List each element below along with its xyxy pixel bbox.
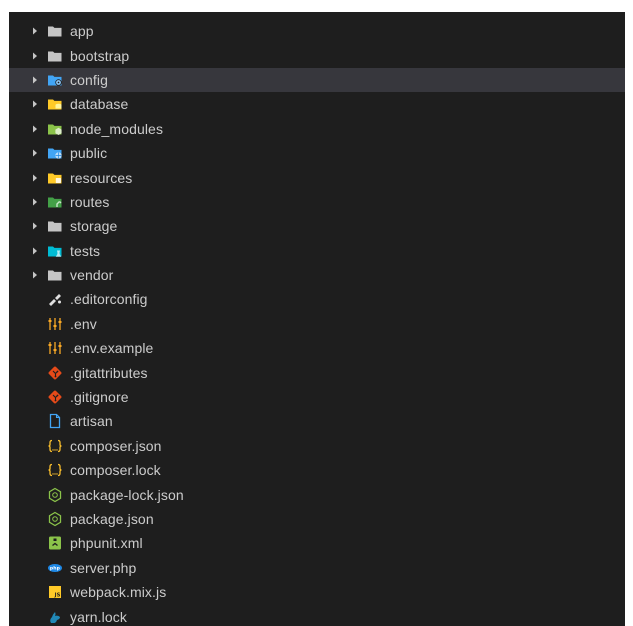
folder-item-vendor[interactable]: vendor (9, 263, 625, 287)
chevron-right-icon[interactable] (31, 271, 39, 279)
yarn-icon (47, 609, 63, 625)
file-item-gitattributes[interactable]: .gitattributes (9, 360, 625, 384)
folder-label: public (70, 145, 108, 162)
file-label: artisan (70, 413, 113, 430)
chevron-right-icon[interactable] (31, 76, 39, 84)
file-item-server-php[interactable]: php server.php (9, 556, 625, 580)
json-icon (47, 462, 63, 478)
svg-text:php: php (50, 565, 61, 571)
file-item-phpunit-xml[interactable]: phpunit.xml (9, 531, 625, 555)
file-item-env-example[interactable]: .env.example (9, 336, 625, 360)
file-label: .env (70, 315, 97, 332)
file-item-artisan[interactable]: artisan (9, 409, 625, 433)
xml-icon (47, 535, 63, 551)
git-icon (47, 365, 63, 381)
file-item-editorconfig[interactable]: .editorconfig (9, 287, 625, 311)
folder-tests-icon (47, 243, 63, 259)
folder-item-tests[interactable]: tests (9, 239, 625, 263)
svg-text:JS: JS (54, 593, 61, 599)
folder-item-node-modules[interactable]: node_modules (9, 117, 625, 141)
folder-item-database[interactable]: database (9, 92, 625, 116)
folder-icon (47, 48, 63, 64)
file-item-webpack-mix-js[interactable]: JS webpack.mix.js (9, 580, 625, 604)
folder-label: vendor (70, 267, 114, 284)
file-icon (47, 413, 63, 429)
folder-routes-icon (47, 194, 63, 210)
folder-label: storage (70, 218, 118, 235)
json-icon (47, 438, 63, 454)
file-label: .gitignore (70, 389, 129, 406)
file-item-env[interactable]: .env (9, 312, 625, 336)
file-label: .env.example (70, 340, 154, 357)
folder-item-app[interactable]: app (9, 19, 625, 43)
file-item-composer-json[interactable]: composer.json (9, 434, 625, 458)
folder-node-icon (47, 121, 63, 137)
file-label: phpunit.xml (70, 535, 143, 552)
nodejs-icon (47, 487, 63, 503)
file-item-package-lock-json[interactable]: package-lock.json (9, 482, 625, 506)
file-label: composer.lock (70, 462, 161, 479)
folder-item-public[interactable]: public (9, 141, 625, 165)
env-settings-icon (47, 316, 63, 332)
folder-label: config (70, 71, 108, 88)
file-label: package.json (70, 511, 154, 527)
folder-item-resources[interactable]: resources (9, 165, 625, 189)
folder-icon (47, 23, 63, 39)
chevron-right-icon[interactable] (31, 27, 39, 35)
chevron-right-icon[interactable] (31, 100, 39, 108)
file-label: yarn.lock (70, 608, 127, 625)
folder-item-bootstrap[interactable]: bootstrap (9, 43, 625, 67)
folder-label: node_modules (70, 120, 164, 137)
env-settings-icon (47, 340, 63, 356)
chevron-right-icon[interactable] (31, 222, 39, 230)
file-item-gitignore[interactable]: .gitignore (9, 385, 625, 409)
folder-item-storage[interactable]: storage (9, 214, 625, 238)
folder-config-icon (47, 72, 63, 88)
file-item-package-json[interactable]: package.json (9, 507, 625, 531)
folder-label: bootstrap (70, 47, 130, 64)
chevron-right-icon[interactable] (31, 198, 39, 206)
chevron-right-icon[interactable] (31, 149, 39, 157)
git-icon (47, 389, 63, 405)
file-explorer-panel: app bootstrap config database node_modulespu… (9, 12, 625, 626)
file-label: server.php (70, 559, 137, 576)
chevron-right-icon[interactable] (31, 52, 39, 60)
chevron-right-icon[interactable] (31, 247, 39, 255)
file-item-composer-lock[interactable]: composer.lock (9, 458, 625, 482)
folder-label: tests (70, 242, 101, 259)
editorconfig-icon (47, 291, 63, 307)
file-label: composer.json (70, 437, 162, 454)
folder-label: database (70, 96, 129, 113)
chevron-right-icon[interactable] (31, 174, 39, 182)
folder-public-icon (47, 145, 63, 161)
file-label: webpack.mix.js (70, 584, 167, 601)
php-icon: php (47, 560, 63, 576)
file-tree: app bootstrap config database node_modulespu… (9, 19, 625, 626)
folder-item-config[interactable]: config (9, 67, 625, 93)
folder-item-routes[interactable]: routes (9, 190, 625, 214)
javascript-icon: JS (47, 584, 63, 600)
file-label: .editorconfig (70, 291, 148, 308)
folder-database-icon (47, 96, 63, 112)
nodejs-icon (47, 511, 63, 527)
folder-label: app (70, 23, 94, 40)
file-item-yarn-lock[interactable]: yarn.lock (9, 604, 625, 626)
chevron-right-icon[interactable] (31, 125, 39, 133)
folder-resources-icon (47, 170, 63, 186)
file-label: package-lock.json (70, 486, 184, 503)
file-label: .gitattributes (70, 364, 148, 381)
folder-label: resources (70, 169, 133, 186)
folder-icon (47, 218, 63, 234)
folder-label: routes (70, 193, 110, 210)
folder-icon (47, 267, 63, 283)
